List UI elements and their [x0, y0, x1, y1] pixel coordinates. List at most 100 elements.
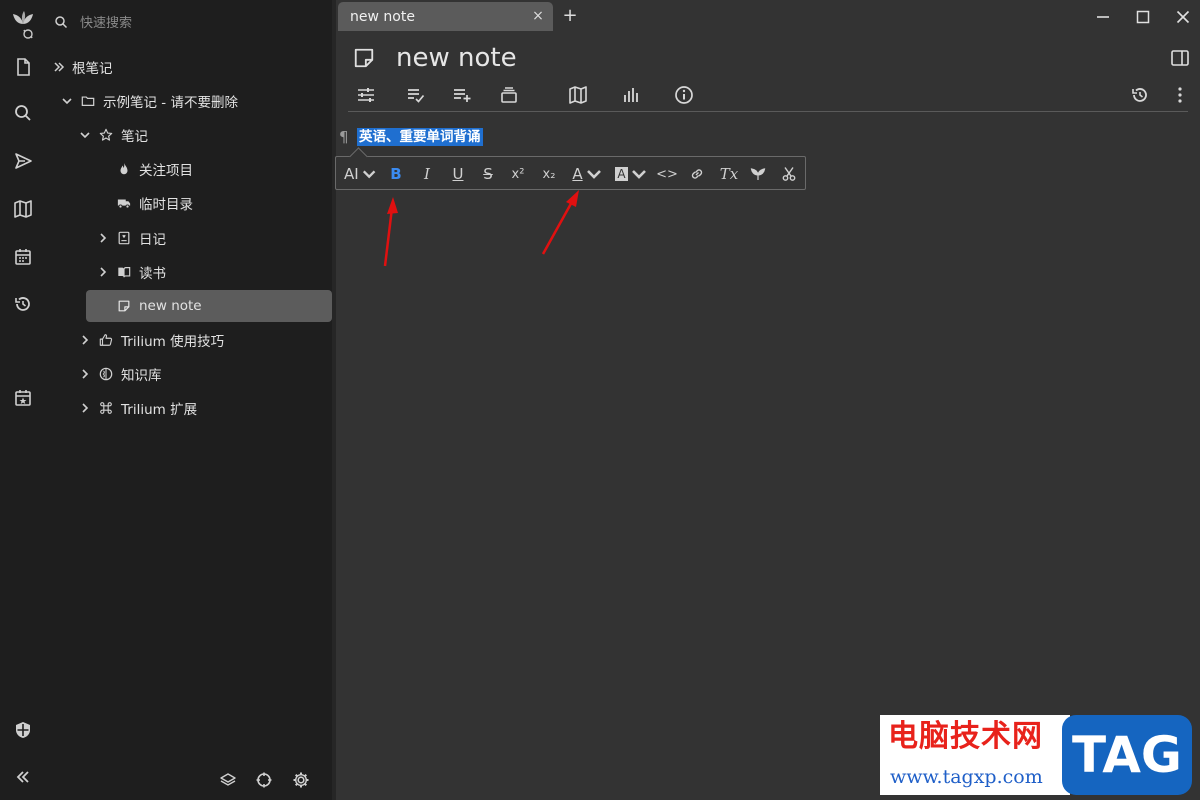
- star-icon: [98, 127, 114, 143]
- trilium-logo-icon[interactable]: [10, 8, 36, 42]
- note-main-area: new note × +: [336, 0, 1200, 800]
- stats-icon[interactable]: [617, 82, 645, 108]
- remove-format-button[interactable]: Tx: [718, 162, 740, 186]
- chevron-right-icon[interactable]: [96, 231, 110, 245]
- tree-item-label: 知识库: [121, 368, 162, 384]
- note-map-icon[interactable]: [564, 82, 592, 108]
- tree-root[interactable]: 根笔记: [52, 51, 113, 83]
- brain-icon: [98, 366, 114, 382]
- tree-item-label: 关注项目: [139, 163, 193, 179]
- font-color-dropdown[interactable]: A: [570, 162, 604, 186]
- collapse-sidebar-icon[interactable]: [10, 764, 36, 790]
- tree-root-label: 根笔记: [72, 61, 113, 77]
- quick-search-input[interactable]: [80, 12, 320, 34]
- tree-item-label: Trilium 使用技巧: [121, 334, 225, 350]
- close-icon[interactable]: [1172, 6, 1194, 28]
- tree-item-label: Trilium 扩展: [121, 402, 198, 418]
- today-calendar-icon[interactable]: [10, 385, 36, 411]
- paragraph-mark-icon: ¶: [339, 128, 349, 146]
- book-icon: [116, 264, 132, 280]
- layers-icon[interactable]: [216, 768, 240, 792]
- maximize-icon[interactable]: [1132, 6, 1154, 28]
- quick-search-icon: [55, 16, 68, 29]
- chevron-right-icon[interactable]: [78, 401, 92, 415]
- info-icon[interactable]: [670, 82, 698, 108]
- chevron-down-icon: [631, 170, 646, 179]
- checklist-icon[interactable]: [402, 82, 430, 108]
- search-icon[interactable]: [10, 100, 36, 126]
- note-title-input[interactable]: [396, 43, 996, 73]
- code-button[interactable]: <>: [656, 162, 678, 186]
- crosshair-icon[interactable]: [252, 768, 276, 792]
- tree-item-label: 示例笔记 - 请不要删除: [103, 95, 238, 111]
- jump-to-note-icon[interactable]: [10, 148, 36, 174]
- italic-button[interactable]: I: [417, 162, 437, 186]
- tree-item-notes[interactable]: 笔记: [78, 119, 148, 151]
- tab-new-note[interactable]: new note ×: [338, 2, 553, 31]
- tree-item-reading[interactable]: 读书: [96, 256, 166, 288]
- bold-button[interactable]: B: [386, 162, 406, 186]
- tab-close-button[interactable]: ×: [531, 8, 545, 24]
- tree-item-new-note[interactable]: new note: [86, 290, 332, 322]
- tree-item-extensions[interactable]: Trilium 扩展: [78, 392, 197, 424]
- note-title-row: [352, 40, 996, 76]
- font-color-icon: A: [572, 165, 583, 183]
- chevron-right-icon[interactable]: [78, 333, 92, 347]
- heading-icon: AI: [344, 165, 359, 183]
- background-color-icon: A: [615, 167, 628, 181]
- minimize-icon[interactable]: [1092, 6, 1114, 28]
- calendar-icon[interactable]: [10, 244, 36, 270]
- tree-item-label: 笔记: [121, 129, 148, 145]
- link-icon[interactable]: [686, 162, 708, 186]
- watermark-cn-text: 电脑技术网: [880, 715, 1070, 759]
- journal-icon: [116, 230, 132, 246]
- right-pane-toggle-icon[interactable]: [1170, 48, 1190, 68]
- background-color-dropdown[interactable]: A: [614, 162, 648, 186]
- recent-changes-icon[interactable]: [10, 291, 36, 317]
- playlist-add-icon[interactable]: [448, 82, 476, 108]
- subscript-button[interactable]: x₂: [538, 162, 560, 186]
- tree-item-tips[interactable]: Trilium 使用技巧: [78, 324, 224, 356]
- tab-title: new note: [350, 8, 415, 25]
- superscript-button[interactable]: x²: [507, 162, 529, 186]
- tree-item-label: 临时目录: [139, 197, 193, 213]
- tree-item-knowledge[interactable]: 知识库: [78, 358, 162, 390]
- gear-icon[interactable]: [289, 768, 313, 792]
- heading-dropdown[interactable]: AI: [344, 162, 376, 186]
- sliders-icon[interactable]: [352, 82, 380, 108]
- note-icon: [116, 298, 132, 314]
- new-tab-button[interactable]: +: [560, 5, 580, 27]
- double-chevron-right-icon[interactable]: [52, 60, 66, 74]
- tree-item-following[interactable]: 关注项目: [116, 153, 193, 185]
- tree-item-temp[interactable]: 临时目录: [116, 187, 193, 219]
- note-revisions-icon[interactable]: [1126, 82, 1154, 108]
- tree-item-journal[interactable]: 日记: [96, 222, 166, 254]
- chevron-right-icon[interactable]: [78, 367, 92, 381]
- formatting-toolbar: AI B I U S x² x₂ A A <> Tx: [335, 156, 806, 190]
- quick-search: [46, 8, 332, 38]
- map-icon[interactable]: [10, 196, 36, 222]
- tree-item-label: 读书: [139, 266, 166, 282]
- chevron-down-icon[interactable]: [78, 128, 92, 142]
- chevron-down-icon[interactable]: [60, 94, 74, 108]
- tree-item-sample-notes[interactable]: 示例笔记 - 请不要删除: [60, 85, 238, 117]
- note-ribbon: [348, 82, 1188, 112]
- trilium-tree-icon[interactable]: [747, 162, 769, 186]
- command-icon: [98, 400, 114, 416]
- collection-icon[interactable]: [495, 82, 523, 108]
- fire-icon: [116, 161, 132, 177]
- more-options-icon[interactable]: [1166, 82, 1194, 108]
- chevron-down-icon: [362, 170, 376, 179]
- selected-text[interactable]: 英语、重要单词背诵: [357, 128, 483, 146]
- watermark-logo: 电脑技术网 www.tagxp.com TAG: [880, 715, 1192, 795]
- chevron-right-icon[interactable]: [96, 265, 110, 279]
- new-note-icon[interactable]: [10, 54, 36, 80]
- protected-session-icon[interactable]: [10, 717, 36, 743]
- cut-icon[interactable]: [778, 162, 800, 186]
- watermark-tag-badge: TAG: [1062, 715, 1192, 795]
- chevron-down-icon: [586, 170, 601, 179]
- truck-icon: [116, 195, 132, 211]
- strikethrough-button[interactable]: S: [478, 162, 498, 186]
- underline-button[interactable]: U: [448, 162, 468, 186]
- note-type-icon[interactable]: [352, 46, 376, 70]
